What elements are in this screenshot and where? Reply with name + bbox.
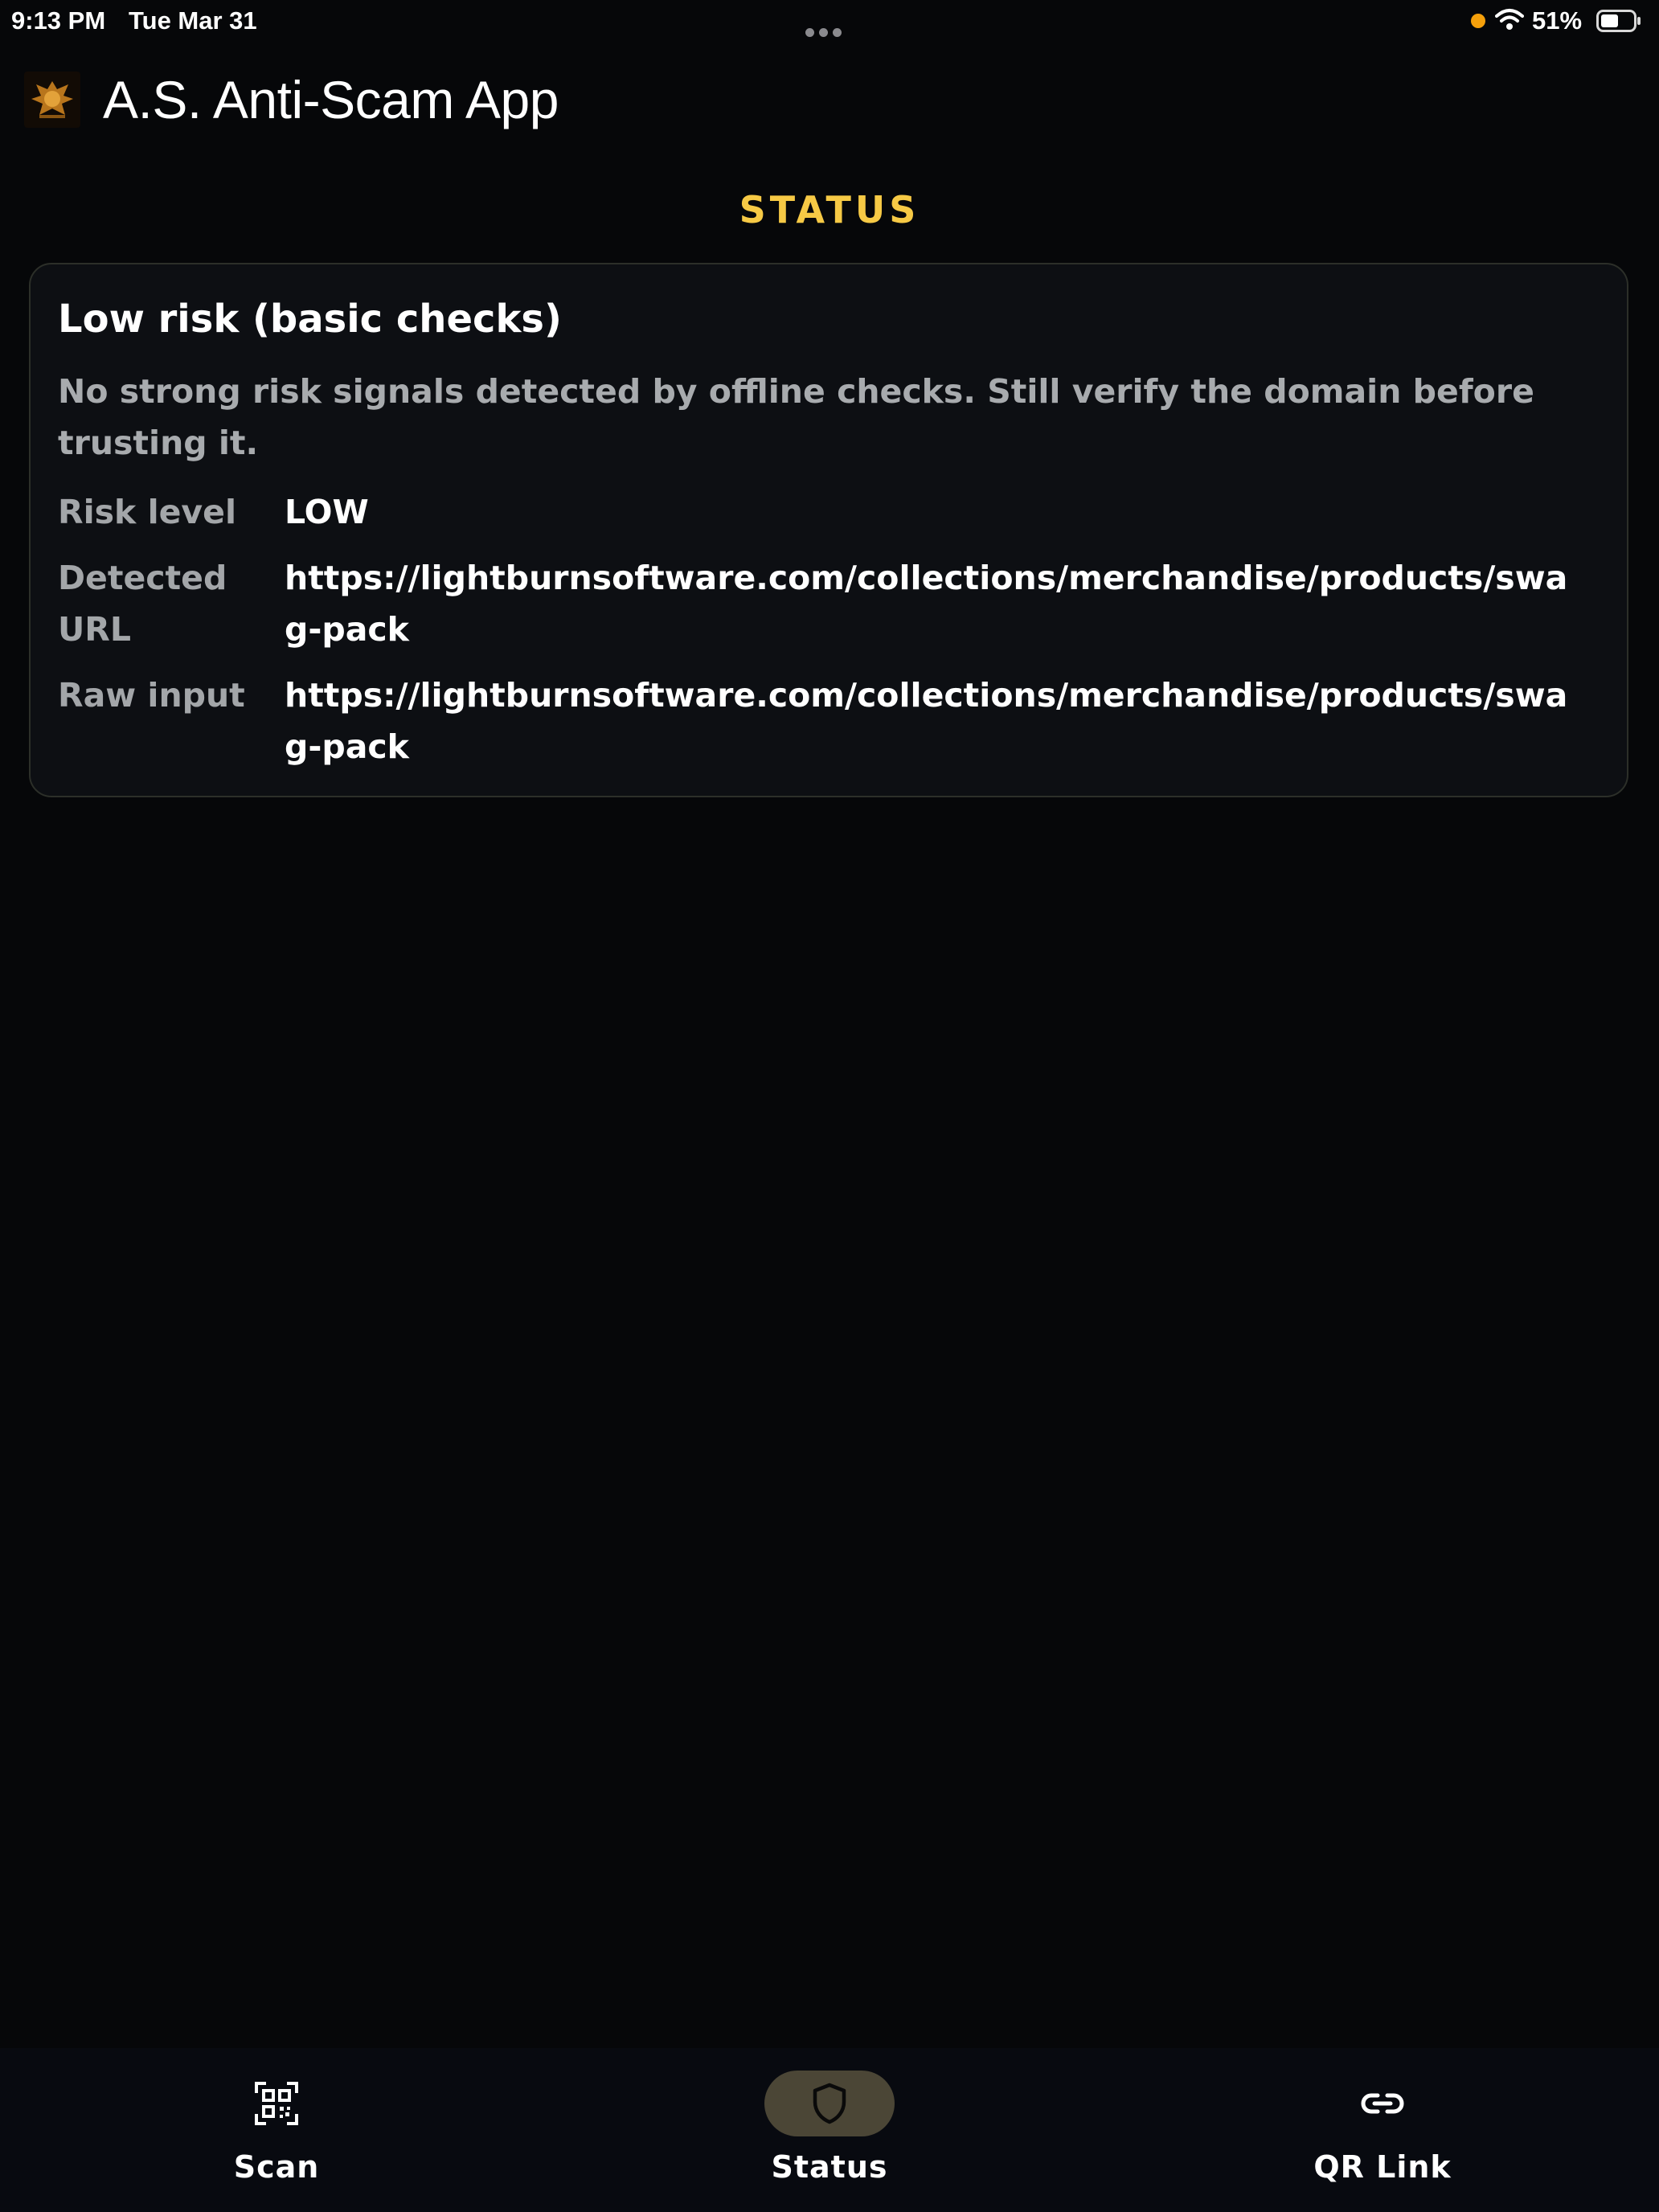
link-icon bbox=[1317, 2071, 1448, 2136]
raw-input-value[interactable]: https://lightburnsoftware.com/collection… bbox=[285, 670, 1587, 772]
app-header: A.S. Anti-Scam App bbox=[24, 69, 559, 130]
result-card: Low risk (basic checks) No strong risk s… bbox=[29, 263, 1628, 797]
raw-input-row: Raw input https://lightburnsoftware.com/… bbox=[58, 670, 1600, 772]
page-title: STATUS bbox=[739, 188, 920, 231]
tab-status-label: Status bbox=[771, 2149, 888, 2185]
result-description: No strong risk signals detected by offli… bbox=[58, 371, 1534, 462]
risk-level-value: LOW bbox=[285, 492, 369, 531]
detected-url-label: Detected URL bbox=[58, 558, 227, 649]
tab-scan[interactable]: Scan bbox=[0, 2048, 553, 2212]
battery-icon bbox=[1596, 10, 1641, 32]
status-bar: 9:13 PM Tue Mar 31 51% bbox=[0, 0, 1659, 42]
detected-url-value[interactable]: https://lightburnsoftware.com/collection… bbox=[285, 552, 1587, 655]
risk-level-label: Risk level bbox=[58, 492, 237, 531]
tab-scan-label: Scan bbox=[233, 2149, 320, 2185]
risk-level-row: Risk level LOW bbox=[58, 486, 1600, 538]
tab-qr-link-label: QR Link bbox=[1313, 2149, 1452, 2185]
result-title: Low risk (basic checks) bbox=[58, 297, 562, 342]
qr-scan-icon bbox=[211, 2071, 342, 2136]
shield-icon bbox=[764, 2071, 895, 2136]
detected-url-row: Detected URL https://lightburnsoftware.c… bbox=[58, 552, 1600, 655]
more-dots-icon[interactable] bbox=[805, 14, 852, 37]
app-title: A.S. Anti-Scam App bbox=[103, 70, 559, 129]
app-logo-icon bbox=[24, 72, 80, 128]
battery-percent: 51% bbox=[1532, 6, 1583, 35]
tab-status[interactable]: Status bbox=[553, 2048, 1106, 2212]
status-time: 9:13 PM bbox=[11, 6, 106, 35]
raw-input-label: Raw input bbox=[58, 675, 245, 715]
wifi-icon bbox=[1495, 9, 1524, 30]
tab-bar: Scan Status QR Link bbox=[0, 2048, 1659, 2212]
status-date: Tue Mar 31 bbox=[129, 6, 257, 35]
recording-indicator-icon bbox=[1471, 14, 1485, 28]
tab-qr-link[interactable]: QR Link bbox=[1106, 2048, 1659, 2212]
